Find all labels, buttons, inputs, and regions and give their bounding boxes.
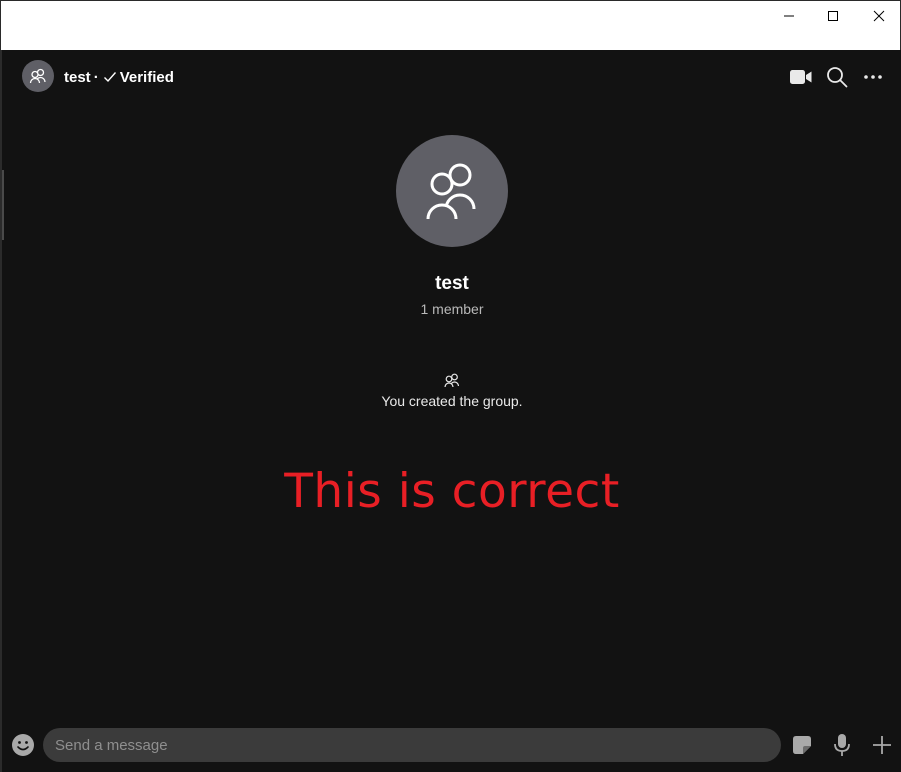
close-button[interactable] <box>856 1 901 31</box>
attach-button[interactable] <box>869 732 895 758</box>
sticker-button[interactable] <box>789 732 815 758</box>
window-edge-divider <box>2 170 4 240</box>
plus-icon <box>873 736 891 754</box>
close-icon <box>873 10 885 22</box>
minimize-button[interactable] <box>766 1 812 31</box>
video-call-icon <box>790 70 812 84</box>
search-button[interactable] <box>824 64 850 90</box>
emoji-icon <box>12 734 34 756</box>
group-icon <box>29 68 46 84</box>
message-composer <box>2 726 901 770</box>
video-call-button[interactable] <box>788 64 814 90</box>
header-avatar[interactable] <box>22 60 54 92</box>
group-icon <box>426 163 476 220</box>
more-icon <box>864 75 882 79</box>
annotation-text: This is correct <box>284 464 620 519</box>
window-titlebar <box>0 0 901 50</box>
minimize-icon <box>784 15 794 17</box>
conversation-header: test · Verified <box>2 50 901 102</box>
conversation-name: test <box>64 68 91 86</box>
member-count: 1 member <box>420 301 484 317</box>
voice-message-button[interactable] <box>829 732 855 758</box>
group-avatar[interactable] <box>396 135 508 247</box>
system-message: You created the group. <box>381 393 523 409</box>
search-icon <box>827 67 848 88</box>
maximize-icon <box>828 11 838 21</box>
title-separator: · <box>93 68 99 86</box>
maximize-button[interactable] <box>810 1 856 31</box>
message-input[interactable] <box>43 728 781 762</box>
checkmark-icon <box>103 71 117 83</box>
conversation-title[interactable]: test · Verified <box>64 67 174 87</box>
group-name: test <box>435 273 469 294</box>
microphone-icon <box>834 734 850 756</box>
more-options-button[interactable] <box>860 64 886 90</box>
emoji-button[interactable] <box>11 733 35 757</box>
group-icon <box>442 372 462 388</box>
sticker-icon <box>793 736 811 754</box>
conversation-view: test · Verified test 1 member You create… <box>0 50 901 772</box>
verified-label: Verified <box>119 68 174 86</box>
